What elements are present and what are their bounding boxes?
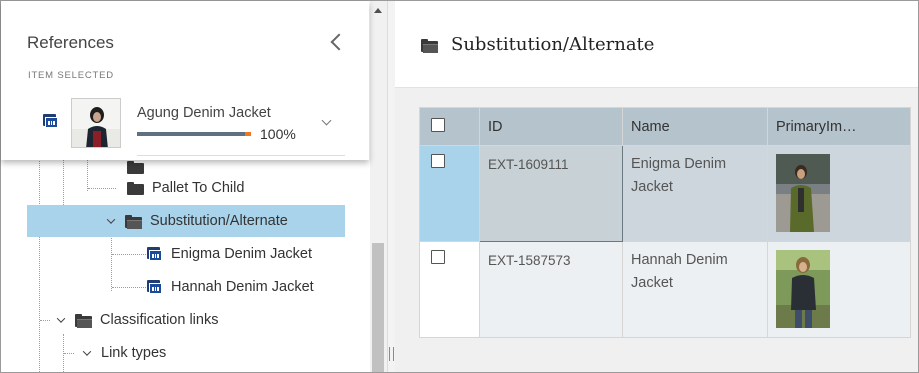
primary-image-thumbnail xyxy=(776,250,830,328)
column-header-name[interactable]: Name xyxy=(622,107,768,146)
image-cell[interactable] xyxy=(767,145,911,242)
folder-icon xyxy=(127,181,144,195)
column-header-primary-image[interactable]: PrimaryIm… xyxy=(767,107,911,146)
row-checkbox[interactable] xyxy=(431,154,445,168)
right-header: Substitution/Alternate xyxy=(395,1,918,88)
tree-guide-line xyxy=(88,188,116,189)
id-value: EXT-1609111 xyxy=(488,157,569,172)
folder-open-icon xyxy=(421,39,438,53)
tree-node-label: Classification links xyxy=(100,312,219,328)
references-title: References xyxy=(27,33,114,52)
splitter-grip-icon[interactable] xyxy=(389,347,394,361)
progress-percent: 100% xyxy=(260,126,296,142)
scroll-up-arrow-icon[interactable] xyxy=(374,8,382,13)
select-all-cell xyxy=(419,107,480,146)
tree-guide-line xyxy=(40,320,50,321)
item-icon xyxy=(43,114,58,128)
chevron-down-icon[interactable] xyxy=(81,347,93,359)
references-panel: References ITEM SELECTED Agung Denim Jac… xyxy=(1,1,369,160)
column-header-id[interactable]: ID xyxy=(479,107,623,146)
tree-guide-line xyxy=(112,287,146,288)
progress-accent xyxy=(245,132,251,136)
tree-node-label: Link types xyxy=(101,345,167,361)
tree-guide-line xyxy=(64,353,74,354)
tree-node-classification-links[interactable]: Classification links xyxy=(55,304,218,336)
tree-node-hannah-denim-jacket[interactable]: Hannah Denim Jacket xyxy=(147,271,314,303)
item-icon xyxy=(147,247,162,261)
selected-item-name: Agung Denim Jacket xyxy=(137,105,271,121)
tree-guide-line xyxy=(111,233,112,291)
tree-node-label: Pallet To Child xyxy=(152,180,245,196)
id-value: EXT-1587573 xyxy=(488,253,571,268)
name-value: Hannah Denim Jacket xyxy=(631,252,728,291)
table-row[interactable]: EXT-1587573 Hannah Denim Jacket xyxy=(419,241,911,338)
pane-splitter[interactable] xyxy=(387,1,395,372)
right-pane: Substitution/Alternate ID Name PrimaryIm… xyxy=(395,1,918,372)
expand-chevron-down-icon[interactable] xyxy=(321,115,332,126)
tree-node-label: Hannah Denim Jacket xyxy=(171,279,314,295)
id-cell[interactable]: EXT-1609111 xyxy=(479,145,623,242)
chevron-down-icon[interactable] xyxy=(55,314,67,326)
tree-scrollbar[interactable] xyxy=(370,1,387,372)
completeness-progress-bar xyxy=(137,132,251,136)
tree-node-enigma-denim-jacket[interactable]: Enigma Denim Jacket xyxy=(147,238,312,270)
tree-node-label: Enigma Denim Jacket xyxy=(171,246,313,262)
tree-node-link-types[interactable]: Link types xyxy=(81,337,166,369)
tree-node-substitution-alternate[interactable]: Substitution/Alternate xyxy=(27,205,345,237)
product-thumbnail xyxy=(71,98,121,148)
tree-guide-line xyxy=(112,254,146,255)
table-row[interactable]: EXT-1609111 Enigma Denim Jacket xyxy=(419,145,911,242)
folder-open-icon xyxy=(125,214,142,229)
name-cell[interactable]: Hannah Denim Jacket xyxy=(622,241,768,338)
page-title: Substitution/Alternate xyxy=(451,34,655,55)
item-selected-label: ITEM SELECTED xyxy=(28,70,114,81)
tree-guide-line xyxy=(39,151,40,372)
row-select-cell xyxy=(419,145,480,242)
divider xyxy=(137,155,345,156)
tree-node-label: Substitution/Alternate xyxy=(150,213,288,229)
item-icon xyxy=(147,280,162,294)
name-cell[interactable]: Enigma Denim Jacket xyxy=(622,145,768,242)
primary-image-thumbnail xyxy=(776,154,830,232)
image-cell[interactable] xyxy=(767,241,911,338)
references-table: ID Name PrimaryIm… EXT-1609111 Enigma De… xyxy=(419,107,911,338)
table-header-row: ID Name PrimaryIm… xyxy=(419,107,911,146)
collapse-chevron-left-icon[interactable] xyxy=(330,33,348,51)
tree-node-pallet-to-child[interactable]: Pallet To Child xyxy=(127,172,244,204)
row-checkbox[interactable] xyxy=(431,250,445,264)
folder-open-icon xyxy=(75,313,92,328)
name-value: Enigma Denim Jacket xyxy=(631,156,727,195)
id-cell[interactable]: EXT-1587573 xyxy=(479,241,623,338)
row-select-cell xyxy=(419,241,480,338)
scrollbar-thumb[interactable] xyxy=(372,243,384,372)
select-all-checkbox[interactable] xyxy=(431,117,445,132)
chevron-down-icon[interactable] xyxy=(105,215,117,227)
